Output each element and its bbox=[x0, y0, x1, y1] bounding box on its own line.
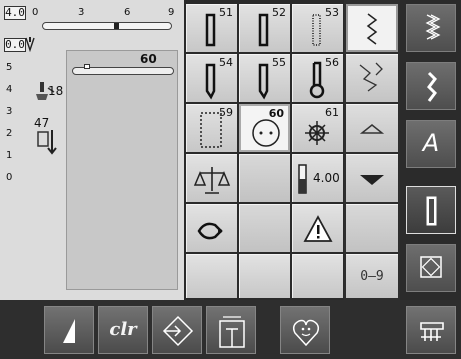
tacking-button[interactable] bbox=[346, 54, 398, 102]
needle-stop-button[interactable] bbox=[44, 306, 94, 354]
stitch-51-button[interactable]: 51 bbox=[186, 4, 237, 52]
balance-icon bbox=[193, 167, 231, 194]
warning-icon bbox=[303, 215, 333, 242]
length-tick: 4 bbox=[6, 84, 13, 95]
buttonhole-length-button[interactable]: 4.00 bbox=[292, 154, 343, 202]
preview-stitch-number: 60 bbox=[140, 52, 157, 66]
preview-slider-marker bbox=[84, 64, 90, 69]
buttonhole-straight-stitch-icon bbox=[200, 112, 222, 148]
pattern-start-icon bbox=[162, 315, 194, 347]
buttonhole-length-value: 4.00 bbox=[313, 171, 340, 185]
scroll-down-button[interactable] bbox=[346, 154, 398, 202]
numeric-input-label: 0–9 bbox=[360, 269, 384, 284]
stitch-60-button[interactable]: 60 bbox=[239, 104, 290, 152]
buttonholes-button[interactable] bbox=[406, 186, 456, 234]
stitch-length-scale: 5 4 3 2 1 0 bbox=[6, 62, 26, 192]
stitch-53-button[interactable]: 53 bbox=[292, 4, 343, 52]
stitch-54-button[interactable]: 54 bbox=[186, 54, 237, 102]
setup-button[interactable] bbox=[406, 306, 456, 354]
tacking-icon bbox=[359, 62, 383, 92]
buttonhole-standard-icon bbox=[205, 13, 216, 47]
width-tick: 0 bbox=[32, 7, 39, 18]
length-tick: 2 bbox=[6, 128, 13, 139]
empty-cell bbox=[239, 254, 290, 298]
needle-position-icon bbox=[25, 37, 35, 52]
decorative-stitches-icon bbox=[427, 71, 437, 102]
length-tick: 5 bbox=[6, 62, 13, 73]
pattern-start-button[interactable] bbox=[152, 306, 202, 354]
stitch-61-button[interactable]: 61 bbox=[292, 104, 343, 152]
numeric-input-button[interactable]: 0–9 bbox=[346, 254, 398, 298]
zigzag-button[interactable] bbox=[346, 4, 398, 52]
quilt-stitches-icon bbox=[420, 256, 442, 278]
practical-stitches-button[interactable] bbox=[406, 4, 456, 52]
stitch-preview-area bbox=[66, 50, 178, 290]
empty-cell bbox=[239, 204, 290, 252]
manual-buttonhole-icon bbox=[197, 222, 223, 240]
empty-cell bbox=[239, 154, 290, 202]
category-menu: A bbox=[400, 0, 461, 300]
warning-button[interactable] bbox=[292, 204, 343, 252]
empty-cell bbox=[292, 254, 343, 298]
empty-cell bbox=[186, 254, 237, 298]
zigzag-icon bbox=[366, 13, 378, 45]
decorative-stitches-button[interactable] bbox=[406, 62, 456, 110]
thread-tension-icon bbox=[37, 130, 57, 155]
buttonhole-stretch-icon bbox=[258, 13, 269, 47]
buttonhole-heirloom-icon bbox=[312, 14, 321, 46]
scroll-down-icon bbox=[360, 175, 384, 185]
scroll-up-icon bbox=[359, 124, 385, 134]
width-track[interactable] bbox=[42, 22, 172, 30]
buttonholes-icon bbox=[426, 196, 437, 226]
button-sew-on-icon bbox=[252, 119, 280, 147]
width-marker bbox=[114, 23, 119, 29]
stitch-info-panel: 4.0 0 3 6 9 0.0 5 4 3 2 1 0 18 47 60 bbox=[0, 0, 184, 300]
buttonhole-round-icon bbox=[205, 63, 216, 100]
practical-stitches-icon bbox=[425, 14, 441, 40]
width-tick: 9 bbox=[168, 7, 175, 18]
buttonhole-round-bartack-icon bbox=[258, 63, 269, 100]
stitch-width-value[interactable]: 4.0 bbox=[4, 6, 26, 20]
stitch-55-button[interactable]: 55 bbox=[239, 54, 290, 102]
clear-button[interactable]: clr bbox=[98, 306, 148, 354]
eyelet-icon bbox=[305, 121, 329, 145]
empty-cell bbox=[346, 204, 398, 252]
stitch-52-button[interactable]: 52 bbox=[239, 4, 290, 52]
alphabets-button[interactable]: A bbox=[406, 120, 456, 168]
width-tick: 3 bbox=[78, 7, 85, 18]
personal-program-icon bbox=[292, 319, 320, 347]
memory-icon bbox=[219, 316, 245, 348]
personal-program-button[interactable] bbox=[280, 306, 330, 354]
length-tick: 3 bbox=[6, 106, 13, 117]
stitch-grid: 51 52 53 54 55 56 59 60 61 4.00 bbox=[184, 0, 344, 300]
manual-buttonhole-button[interactable] bbox=[186, 204, 237, 252]
presser-foot-pressure-value: 18 bbox=[48, 84, 64, 98]
length-tick: 0 bbox=[6, 172, 13, 183]
stitch-59-button[interactable]: 59 bbox=[186, 104, 237, 152]
memory-button[interactable] bbox=[206, 306, 256, 354]
scroll-up-button[interactable] bbox=[346, 104, 398, 152]
buttonhole-keyhole-icon bbox=[309, 61, 325, 99]
bottom-toolbar: clr bbox=[0, 300, 461, 359]
needle-stop-icon bbox=[63, 319, 75, 343]
alphabets-label: A bbox=[422, 129, 440, 157]
balance-button[interactable] bbox=[186, 154, 237, 202]
length-tick: 1 bbox=[6, 150, 13, 161]
setup-icon bbox=[420, 322, 444, 341]
clear-label: clr bbox=[109, 319, 137, 340]
quilt-stitches-button[interactable] bbox=[406, 244, 456, 292]
stitch-width-scale: 0 3 6 9 bbox=[30, 4, 180, 34]
stitch-56-button[interactable]: 56 bbox=[292, 54, 343, 102]
width-tick: 6 bbox=[124, 7, 131, 18]
